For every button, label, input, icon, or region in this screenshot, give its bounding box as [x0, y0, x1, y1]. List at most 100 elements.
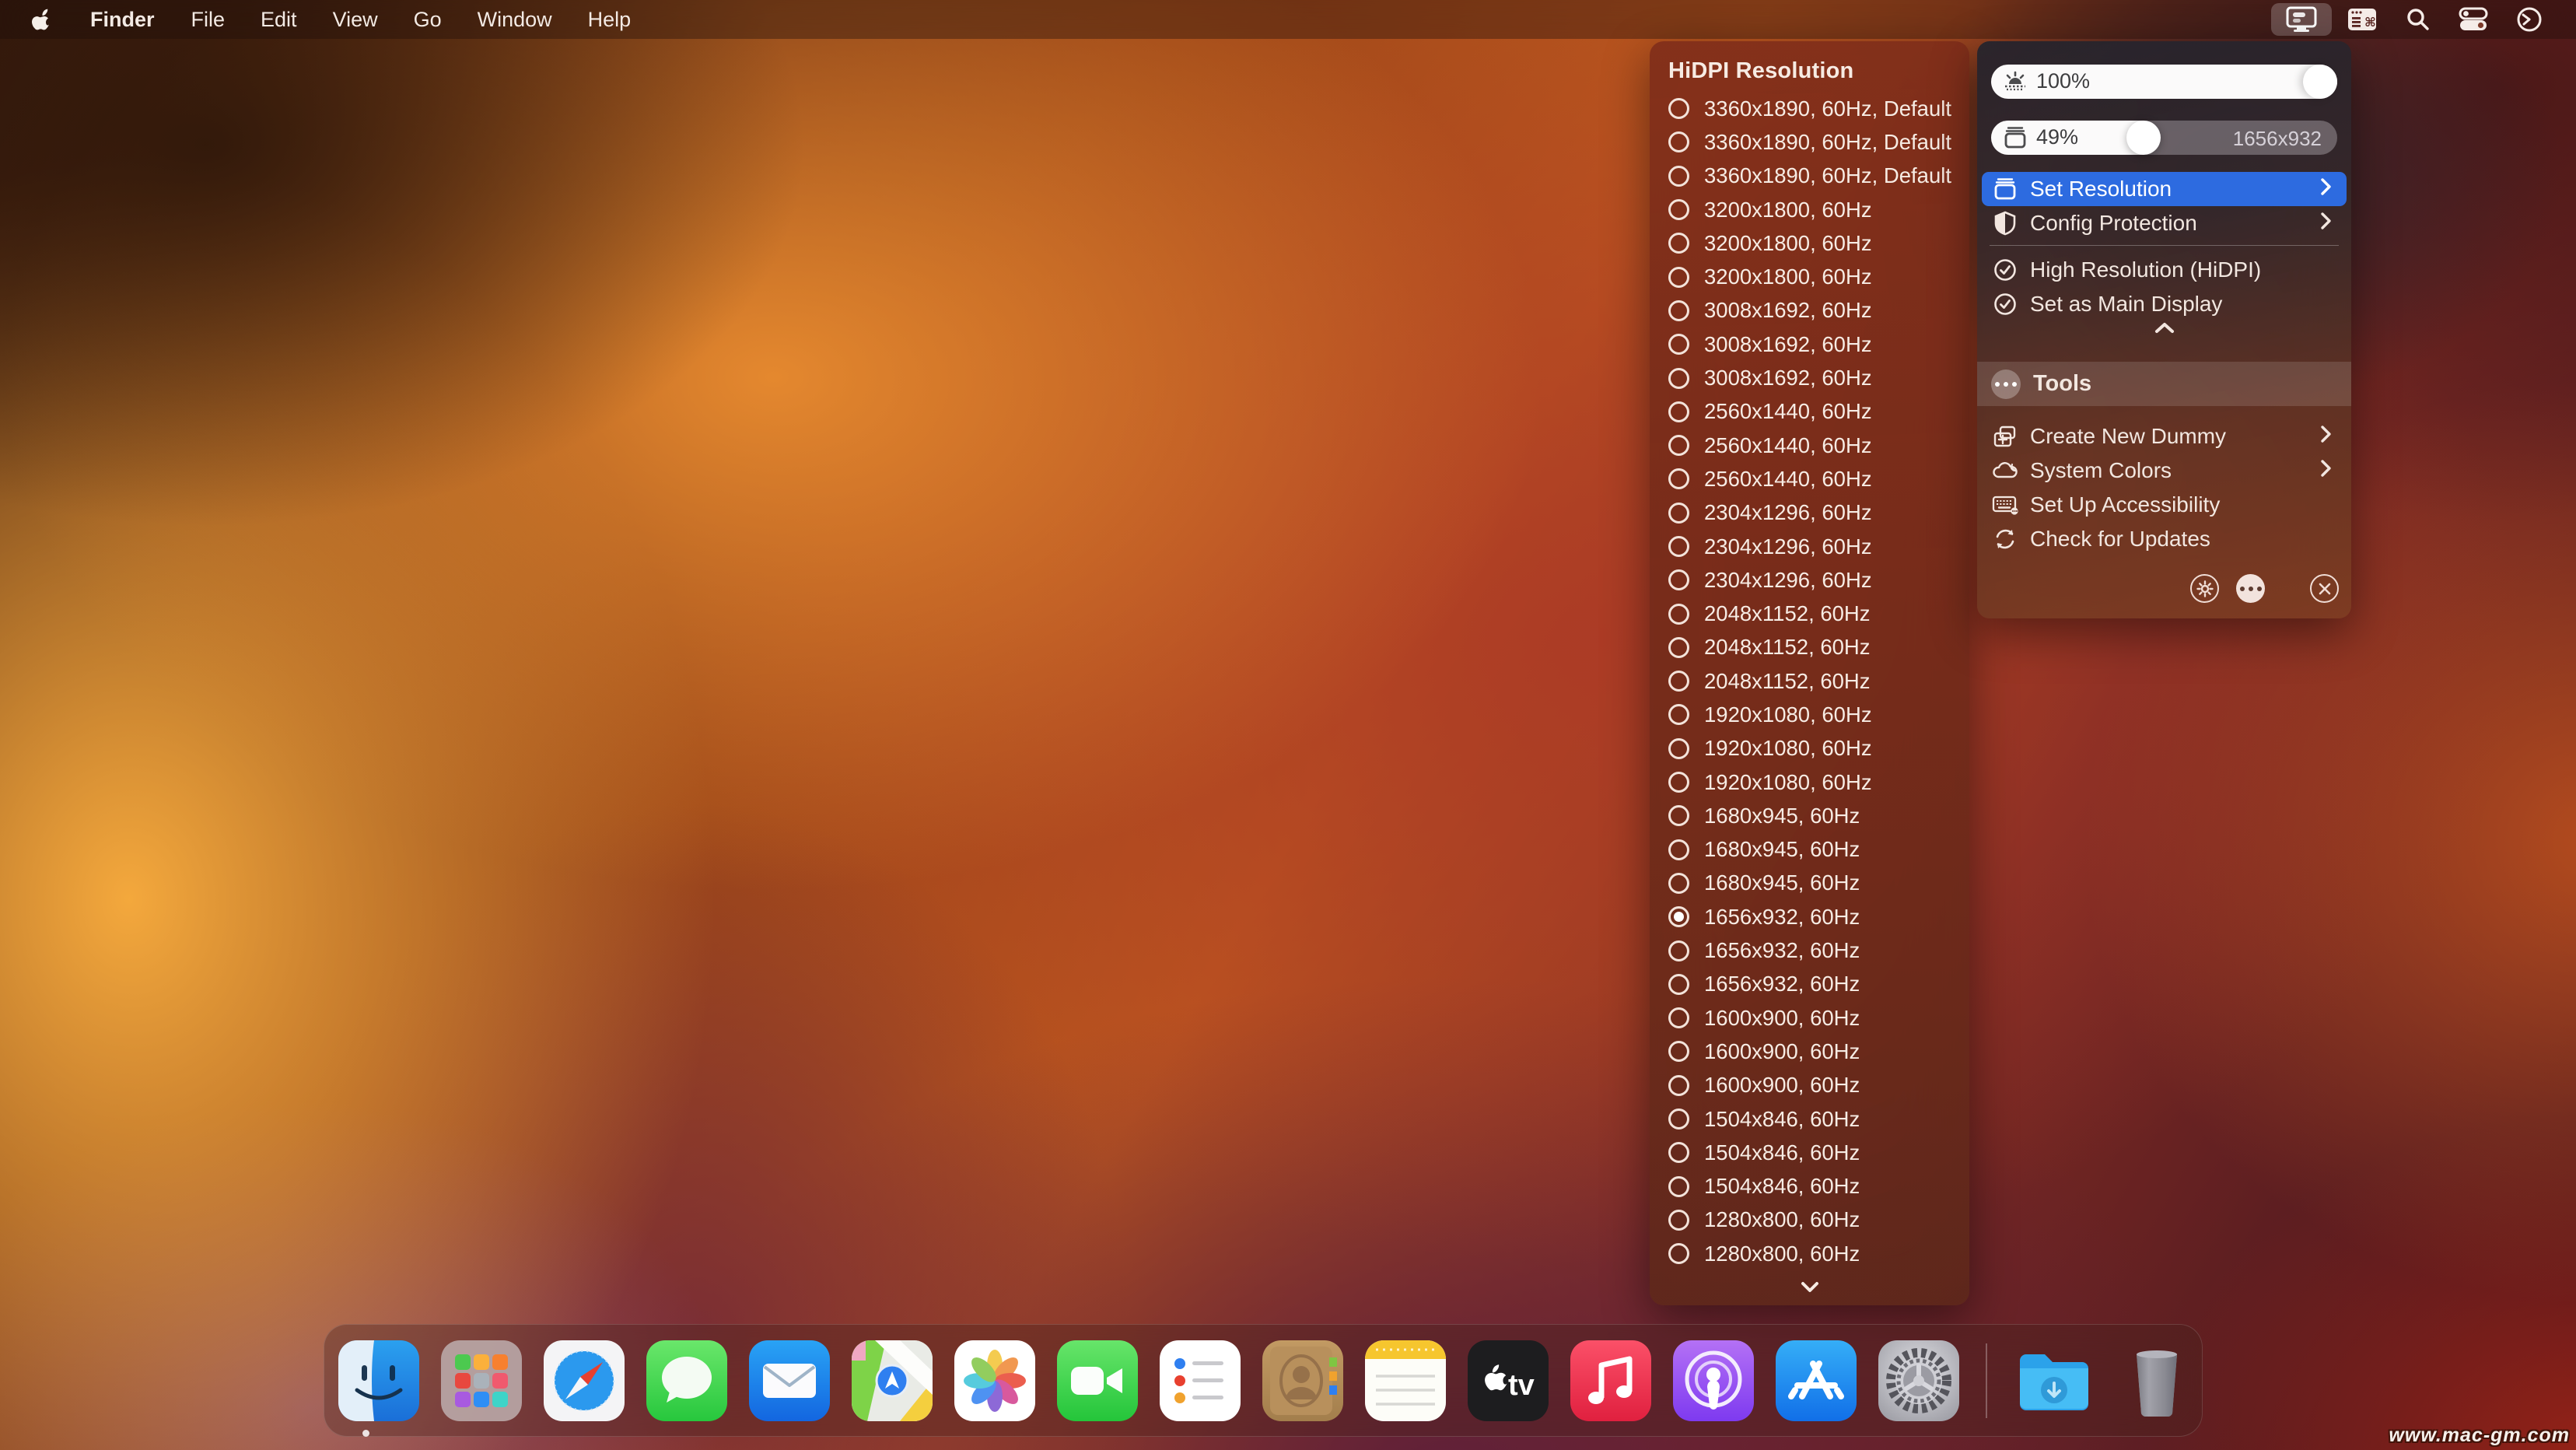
dock-apple-tv-icon[interactable]: tv [1468, 1340, 1549, 1421]
resolution-option[interactable]: 1280x800, 60Hz [1650, 1203, 1969, 1237]
keyboard-icon [1991, 494, 2019, 516]
dock-app-store-icon[interactable] [1776, 1340, 1857, 1421]
resolution-option[interactable]: 1504x846, 60Hz [1650, 1136, 1969, 1169]
resolution-option[interactable]: 3008x1692, 60Hz [1650, 327, 1969, 361]
window-command-icon[interactable]: ⌘ [2333, 3, 2391, 36]
dock-mail-icon[interactable] [749, 1340, 830, 1421]
resolution-option[interactable]: 1920x1080, 60Hz [1650, 732, 1969, 765]
menu-item-check-for-updates[interactable]: Check for Updates [1982, 522, 2347, 556]
resolution-option[interactable]: 1656x932, 60Hz [1650, 968, 1969, 1001]
resolution-option[interactable]: 3360x1890, 60Hz, Default [1650, 159, 1969, 193]
resolution-option[interactable]: 2560x1440, 60Hz [1650, 429, 1969, 462]
resolution-option[interactable]: 2304x1296, 60Hz [1650, 496, 1969, 530]
dock-podcasts-icon[interactable] [1673, 1340, 1754, 1421]
dock-downloads-folder-icon[interactable] [2014, 1340, 2095, 1421]
resolution-option[interactable]: 2304x1296, 60Hz [1650, 563, 1969, 597]
resolution-option[interactable]: 1656x932, 60Hz [1650, 933, 1969, 967]
dock-launchpad-icon[interactable] [441, 1340, 522, 1421]
radio-icon [1668, 165, 1689, 187]
resolution-option[interactable]: 2048x1152, 60Hz [1650, 664, 1969, 698]
apple-menu-icon[interactable] [30, 6, 56, 33]
menu-item-config-protection[interactable]: Config Protection [1982, 206, 2347, 240]
control-center-icon[interactable] [2445, 3, 2501, 36]
cloud-moon-icon [1991, 460, 2019, 482]
menu-item-set-resolution[interactable]: Set Resolution [1982, 172, 2347, 206]
resolution-slider[interactable]: 49% 1656x932 [1991, 121, 2337, 155]
resolution-option[interactable]: 2560x1440, 60Hz [1650, 395, 1969, 429]
dock-facetime-icon[interactable] [1057, 1340, 1138, 1421]
dock-music-icon[interactable] [1570, 1340, 1651, 1421]
menu-go[interactable]: Go [396, 8, 460, 31]
watermark: www.mac-gm.com [2389, 1424, 2570, 1446]
menu-help[interactable]: Help [570, 8, 649, 31]
resolution-option[interactable]: 3360x1890, 60Hz, Default [1650, 125, 1969, 159]
clock-icon[interactable] [2503, 3, 2556, 36]
menu-edit[interactable]: Edit [243, 8, 315, 31]
resolution-option[interactable]: 3008x1692, 60Hz [1650, 361, 1969, 394]
resolution-option[interactable]: 1600x900, 60Hz [1650, 1069, 1969, 1102]
dock-maps-icon[interactable] [852, 1340, 933, 1421]
radio-icon [1668, 199, 1689, 221]
resolution-option[interactable]: 2048x1152, 60Hz [1650, 597, 1969, 630]
resolution-option[interactable]: 1920x1080, 60Hz [1650, 698, 1969, 731]
resolution-option[interactable]: 1680x945, 60Hz [1650, 799, 1969, 832]
radio-icon [1668, 367, 1689, 389]
resolution-knob[interactable] [2126, 121, 2161, 155]
dock-system-settings-icon[interactable] [1878, 1340, 1959, 1421]
resolution-option[interactable]: 1504x846, 60Hz [1650, 1102, 1969, 1136]
resolution-option[interactable]: 2304x1296, 60Hz [1650, 530, 1969, 563]
menu-item-set-up-accessibility[interactable]: Set Up Accessibility [1982, 488, 2347, 522]
resolution-option[interactable]: 2048x1152, 60Hz [1650, 631, 1969, 664]
radio-icon [1668, 569, 1689, 591]
menu-item-high-resolution[interactable]: High Resolution (HiDPI) [1982, 253, 2347, 287]
menu-item-system-colors[interactable]: System Colors [1982, 454, 2347, 488]
resolution-list: 3360x1890, 60Hz, Default 3360x1890, 60Hz… [1650, 92, 1969, 1274]
scroll-more-button[interactable] [1650, 1274, 1969, 1301]
radio-icon [1668, 401, 1689, 422]
menu-window[interactable]: Window [460, 8, 570, 31]
resolution-option[interactable]: 1600x900, 60Hz [1650, 1035, 1969, 1068]
resolution-option[interactable]: 3200x1800, 60Hz [1650, 193, 1969, 226]
resolution-option[interactable]: 1680x945, 60Hz [1650, 867, 1969, 900]
dock-safari-icon[interactable] [544, 1340, 625, 1421]
menu-item-create-new-dummy[interactable]: Create New Dummy [1982, 419, 2347, 454]
close-icon[interactable] [2310, 574, 2339, 603]
radio-icon [1668, 435, 1689, 457]
brightness-knob[interactable] [2303, 65, 2337, 99]
brightness-slider[interactable]: 100% [1991, 65, 2337, 99]
brightness-sun-icon [2005, 71, 2025, 91]
resolution-option[interactable]: 3008x1692, 60Hz [1650, 294, 1969, 327]
menu-file[interactable]: File [173, 8, 243, 31]
settings-gear-icon[interactable] [2190, 574, 2219, 603]
active-app-menu[interactable]: Finder [81, 8, 164, 32]
dock-reminders-icon[interactable] [1160, 1340, 1241, 1421]
spotlight-search-icon[interactable] [2392, 3, 2444, 36]
dock-notes-icon[interactable] [1365, 1340, 1446, 1421]
collapse-button[interactable] [1977, 320, 2351, 340]
resolution-option[interactable]: 1920x1080, 60Hz [1650, 765, 1969, 799]
display-icon[interactable] [2271, 3, 2332, 36]
resolution-readout: 1656x932 [2232, 127, 2322, 150]
resolution-option[interactable]: 3360x1890, 60Hz, Default [1650, 92, 1969, 125]
resolution-option[interactable]: 1280x800, 60Hz [1650, 1237, 1969, 1270]
resolution-option[interactable]: 3200x1800, 60Hz [1650, 226, 1969, 260]
dock-finder-icon[interactable] [338, 1340, 419, 1421]
resolution-option[interactable]: 1600x900, 60Hz [1650, 1001, 1969, 1035]
chevron-right-icon [2319, 424, 2333, 450]
menu-item-set-main-display[interactable]: Set as Main Display [1982, 287, 2347, 321]
resolution-option[interactable]: 2560x1440, 60Hz [1650, 462, 1969, 496]
resolution-option[interactable]: 1680x945, 60Hz [1650, 833, 1969, 867]
dock-trash-icon[interactable] [2116, 1340, 2197, 1421]
dock-messages-icon[interactable] [646, 1340, 727, 1421]
resolution-option[interactable]: 1656x932, 60Hz [1650, 900, 1969, 933]
resolution-option[interactable]: 1504x846, 60Hz [1650, 1170, 1969, 1203]
dock-contacts-icon[interactable] [1262, 1340, 1343, 1421]
menu-view[interactable]: View [315, 8, 396, 31]
radio-icon [1668, 1209, 1689, 1231]
tools-section-header[interactable]: Tools [1977, 362, 2351, 406]
resolution-option[interactable]: 3200x1800, 60Hz [1650, 260, 1969, 293]
radio-icon [1668, 906, 1689, 928]
dock-photos-icon[interactable] [954, 1340, 1035, 1421]
shield-icon [1991, 211, 2019, 236]
more-ellipsis-icon[interactable] [2236, 574, 2265, 603]
